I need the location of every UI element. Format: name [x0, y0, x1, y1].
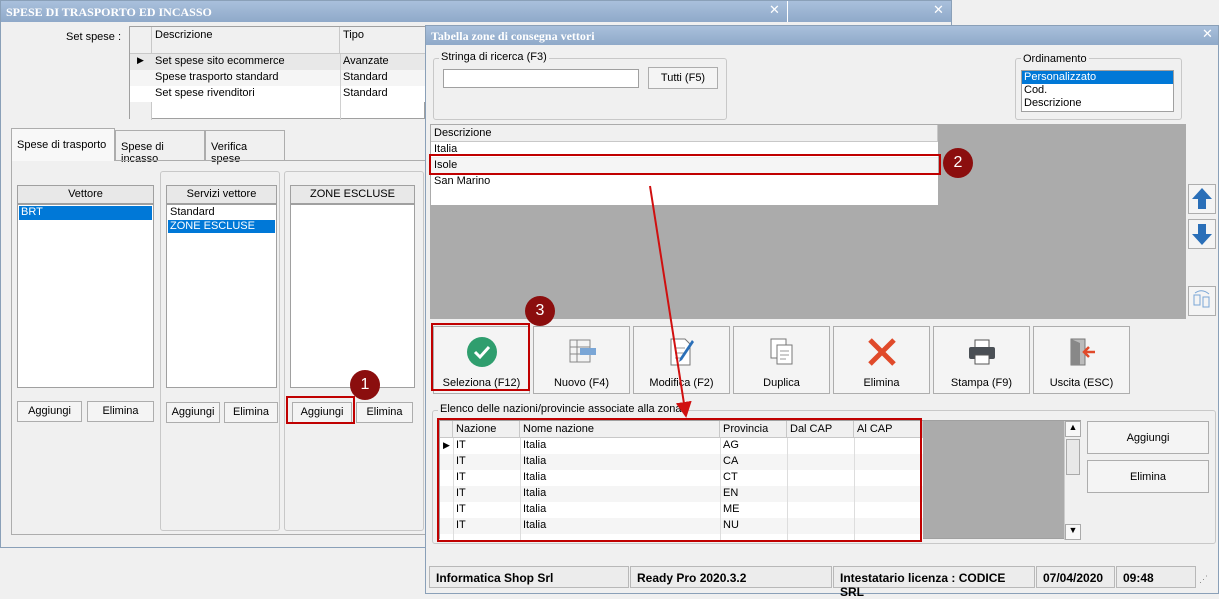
highlight-box	[429, 154, 941, 175]
row-pointer-icon: ▶	[137, 55, 144, 65]
tab-line	[115, 160, 431, 161]
search-label: Stringa di ricerca (F3)	[439, 51, 549, 63]
status-time: 09:48	[1116, 566, 1196, 588]
servizi-header: Servizi vettore	[166, 185, 277, 204]
printer-icon	[969, 339, 995, 365]
list-item[interactable]: ZONE ESCLUSE	[168, 220, 275, 233]
column-header[interactable]: Tipo	[340, 27, 426, 54]
highlight-box	[431, 323, 530, 391]
vettore-add-button[interactable]: Aggiungi	[17, 401, 82, 422]
grid-gutter	[130, 102, 152, 120]
dialog-title: Tabella zone di consegna vettori	[426, 26, 1218, 45]
duplicate-icon	[770, 338, 793, 365]
move-down-button[interactable]	[1188, 219, 1216, 249]
tab-verifica-spese[interactable]: Verifica spese	[205, 130, 285, 165]
status-date: 07/04/2020	[1036, 566, 1115, 588]
print-label: Stampa (F9)	[950, 377, 1013, 389]
resize-grip-icon[interactable]: ⋰	[1199, 574, 1208, 585]
ordering-option[interactable]: Personalizzato	[1022, 71, 1173, 84]
status-company: Informatica Shop Srl	[429, 566, 629, 588]
close-icon[interactable]: ✕	[1202, 27, 1213, 42]
table-row[interactable]: San Marino	[431, 174, 938, 190]
arrow-down-icon	[1192, 224, 1212, 245]
grid-corner	[130, 27, 152, 54]
servizi-add-button[interactable]: Aggiungi	[166, 402, 220, 423]
zone-list[interactable]	[290, 204, 415, 388]
move-up-button[interactable]	[1188, 184, 1216, 214]
table-row[interactable]: ▶ Set spese sito ecommerce Avanzate	[130, 54, 426, 70]
close-icon[interactable]: ✕	[933, 3, 944, 18]
vettore-list[interactable]: BRT	[17, 204, 154, 388]
scrollbar[interactable]: ▲ ▼	[1064, 421, 1081, 540]
edit-button[interactable]: Modifica (F2)	[633, 326, 730, 394]
all-button[interactable]: Tutti (F5)	[648, 67, 718, 89]
row-tipo: Avanzate	[343, 55, 389, 67]
row-tipo: Standard	[343, 71, 388, 83]
scroll-down-icon[interactable]: ▼	[1065, 524, 1081, 540]
nations-add-button[interactable]: Aggiungi	[1087, 421, 1209, 454]
exit-button[interactable]: Uscita (ESC)	[1033, 326, 1130, 394]
reorder-icon	[1193, 290, 1210, 308]
new-label: Nuovo (F4)	[553, 377, 610, 389]
scroll-thumb[interactable]	[1066, 439, 1080, 475]
status-version: Ready Pro 2020.3.2	[630, 566, 832, 588]
nations-delete-button[interactable]: Elimina	[1087, 460, 1209, 493]
delete-button[interactable]: Elimina	[833, 326, 930, 394]
main-window-title: SPESE DI TRASPORTO ED INCASSO	[1, 1, 951, 22]
ordering-option[interactable]: Descrizione	[1022, 97, 1173, 110]
nations-label: Elenco delle nazioni/provincie associate…	[438, 403, 684, 415]
highlight-box	[286, 396, 355, 424]
reorder-button[interactable]	[1188, 286, 1216, 316]
titlebar-divider	[787, 1, 788, 22]
delete-label: Elimina	[863, 377, 900, 389]
duplicate-label: Duplica	[763, 377, 800, 389]
exit-icon	[1070, 338, 1095, 366]
zone-delete-button[interactable]: Elimina	[356, 402, 413, 423]
vettore-header: Vettore	[17, 185, 154, 204]
table-row[interactable]: Spese trasporto standard Standard	[130, 70, 426, 86]
servizi-delete-button[interactable]: Elimina	[224, 402, 278, 423]
arrow-up-icon	[1192, 188, 1212, 209]
row-descrizione: Set spese sito ecommerce	[155, 55, 285, 67]
row-descrizione: Spese trasporto standard	[155, 71, 279, 83]
row-tipo: Standard	[343, 87, 388, 99]
table-row[interactable]: Set spese rivenditori Standard	[130, 86, 426, 102]
close-icon[interactable]: ✕	[769, 3, 780, 18]
row-descrizione: Set spese rivenditori	[155, 87, 255, 99]
ordering-list[interactable]: Personalizzato Cod. Descrizione	[1021, 70, 1174, 112]
step-badge: 3	[525, 296, 555, 326]
ordering-label: Ordinamento	[1021, 53, 1089, 65]
list-item[interactable]: BRT	[19, 206, 152, 220]
step-badge: 2	[943, 148, 973, 178]
status-license: Intestatario licenza : CODICE SRL	[833, 566, 1035, 599]
highlight-box	[437, 418, 922, 542]
new-button[interactable]: Nuovo (F4)	[533, 326, 630, 394]
duplicate-button[interactable]: Duplica	[733, 326, 830, 394]
delete-icon	[868, 338, 896, 366]
list-item[interactable]: Standard	[168, 206, 275, 219]
step-badge: 1	[350, 370, 380, 400]
edit-label: Modifica (F2)	[649, 377, 714, 389]
tab-spese-incasso[interactable]: Spese di incasso	[115, 130, 205, 165]
search-input[interactable]	[443, 69, 639, 88]
column-header[interactable]: Descrizione	[152, 27, 340, 54]
edit-icon	[670, 338, 694, 366]
new-record-icon	[569, 339, 596, 363]
print-button[interactable]: Stampa (F9)	[933, 326, 1030, 394]
servizi-list[interactable]: Standard ZONE ESCLUSE	[166, 204, 277, 388]
zone-header: ZONE ESCLUSE	[290, 185, 415, 204]
column-divider	[340, 54, 341, 120]
tab-spese-trasporto[interactable]: Spese di trasporto	[11, 128, 115, 161]
exit-label: Uscita (ESC)	[1049, 377, 1114, 389]
scroll-up-icon[interactable]: ▲	[1065, 421, 1081, 437]
vettore-delete-button[interactable]: Elimina	[87, 401, 154, 422]
column-header[interactable]: Descrizione	[431, 125, 938, 142]
ordering-option[interactable]: Cod.	[1022, 84, 1173, 97]
set-spese-grid: Descrizione Tipo ▶ Set spese sito ecomme…	[129, 26, 426, 120]
set-spese-label: Set spese :	[66, 31, 122, 43]
